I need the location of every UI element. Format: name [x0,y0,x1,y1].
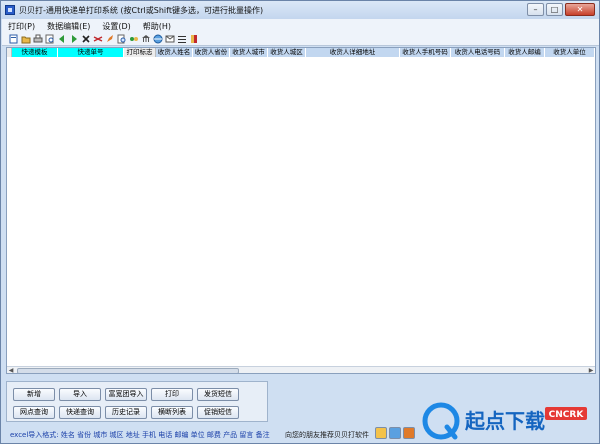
forward-arrow-icon[interactable] [68,33,79,44]
watermark-badge: CNCRK [549,410,585,420]
minimize-button[interactable]: – [527,3,544,16]
mail-icon[interactable] [164,33,175,44]
col-receiver-name[interactable]: 收货人姓名 [156,48,193,57]
add-button[interactable]: 新增 [13,388,55,401]
col-receiver-postcode[interactable]: 收货人邮编 [505,48,545,57]
express-query-button[interactable]: 快递查询 [59,406,101,419]
excel-format-hint: excel导入格式: 姓名 省份 城市 城区 地址 手机 电话 邮编 单位 邮费… [10,431,270,439]
horizontal-list-button[interactable]: 横断列表 [151,406,193,419]
col-receiver-address[interactable]: 收货人详细地址 [306,48,400,57]
close-button[interactable]: ✕ [565,3,595,16]
col-express-template[interactable]: 快递模板 [12,48,58,57]
home-icon[interactable] [375,427,387,439]
scissors-icon[interactable] [92,33,103,44]
print-icon[interactable] [32,33,43,44]
outlet-query-button[interactable]: 网点查询 [13,406,55,419]
col-receiver-company[interactable]: 收货人单位 [545,48,595,57]
menu-settings[interactable]: 设置(D) [96,19,136,32]
link-icon[interactable] [128,33,139,44]
print-button[interactable]: 打印 [151,388,193,401]
app-window: 贝贝打-通用快递单打印系统 (按Ctrl或Shift键多选，可进行批量操作) –… [0,0,600,444]
back-arrow-icon[interactable] [56,33,67,44]
scroll-thumb[interactable] [17,368,239,373]
menu-bar: 打印(P) 数据编辑(E) 设置(D) 帮助(H) [2,19,599,32]
menu-help[interactable]: 帮助(H) [137,19,177,32]
col-receiver-mobile[interactable]: 收货人手机号码 [400,48,451,57]
maximize-button[interactable]: □ [546,3,563,16]
new-doc-icon[interactable] [8,33,19,44]
window-title: 贝贝打-通用快递单打印系统 (按Ctrl或Shift键多选，可进行批量操作) [19,6,264,15]
col-receiver-district[interactable]: 收货人城区 [268,48,306,57]
globe-icon[interactable] [152,33,163,44]
title-bar[interactable]: 贝贝打-通用快递单打印系统 (按Ctrl或Shift键多选，可进行批量操作) –… [1,1,599,19]
import-button[interactable]: 导入 [59,388,101,401]
delete-icon[interactable] [80,33,91,44]
app-icon [5,5,15,15]
watermark-text: 起点下载 [464,409,545,433]
tag-icon[interactable] [188,33,199,44]
data-grid[interactable]: 快递模板 快递单号 打印标志 收货人姓名 收货人省份 收货人城市 收货人城区 收… [6,47,596,374]
wide-import-button[interactable]: 富宽团导入 [105,388,147,401]
history-button[interactable]: 历史记录 [105,406,147,419]
list-icon[interactable] [176,33,187,44]
grid-header: 快递模板 快递单号 打印标志 收货人姓名 收货人省份 收货人城市 收货人城区 收… [7,48,595,57]
horizontal-scrollbar[interactable]: ◀ ▶ [7,366,595,373]
preview-icon[interactable] [44,33,55,44]
search-doc-icon[interactable] [116,33,127,44]
toolbar [2,32,599,46]
action-panel: 新增 导入 富宽团导入 打印 发货短信 网点查询 快递查询 历史记录 横断列表 … [6,381,268,422]
col-receiver-phone[interactable]: 收货人电话号码 [451,48,505,57]
help-icon[interactable] [389,427,401,439]
watermark-logo: 起点下载 CNCRK [422,402,587,440]
col-print-flag[interactable]: 打印标志 [124,48,156,57]
scroll-left-icon[interactable]: ◀ [7,367,15,373]
rocket-icon[interactable] [104,33,115,44]
shipping-sms-button[interactable]: 发货短信 [197,388,239,401]
scroll-right-icon[interactable]: ▶ [587,367,595,373]
bank-icon[interactable] [140,33,151,44]
recommend-text: 向您的朋友推荐贝贝打软件 [285,431,369,439]
col-express-number[interactable]: 快递单号 [58,48,124,57]
menu-data-edit[interactable]: 数据编辑(E) [41,19,96,32]
share-icon[interactable] [403,427,415,439]
col-receiver-province[interactable]: 收货人省份 [193,48,230,57]
menu-print[interactable]: 打印(P) [2,19,41,32]
promo-sms-button[interactable]: 促销短信 [197,406,239,419]
col-receiver-city[interactable]: 收货人城市 [230,48,268,57]
open-folder-icon[interactable] [20,33,31,44]
